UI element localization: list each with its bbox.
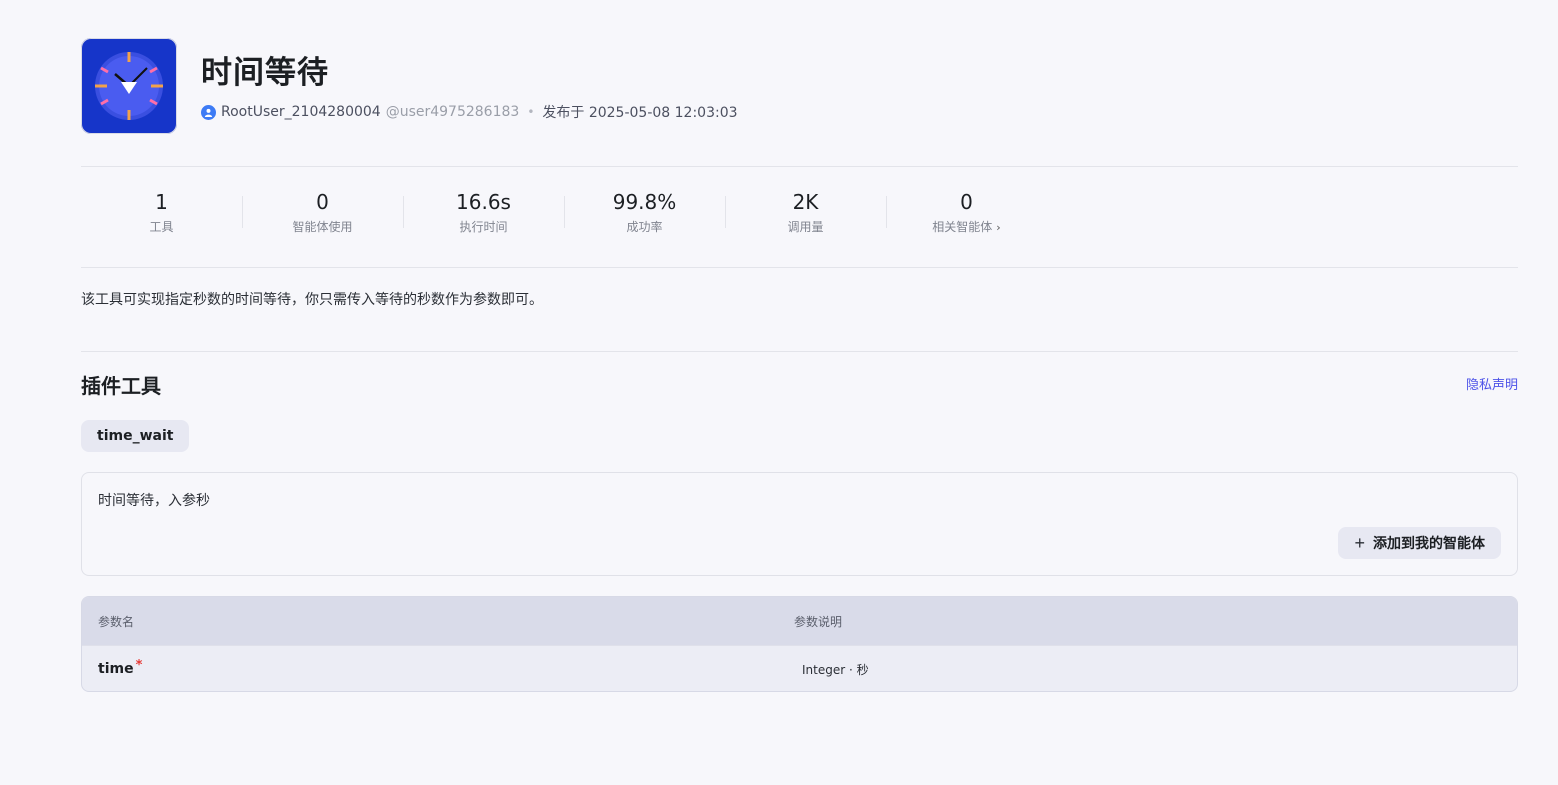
author-name[interactable]: RootUser_2104280004 <box>221 104 381 120</box>
meta-separator: • <box>527 105 535 119</box>
stat-label-wrapper: 相关智能体 › <box>886 218 1047 237</box>
divider <box>81 351 1518 352</box>
author-handle: @user4975286183 <box>385 104 520 120</box>
required-mark: * <box>135 658 143 673</box>
add-button-label: 添加到我的智能体 <box>1373 535 1485 551</box>
add-to-agent-button[interactable]: + 添加到我的智能体 <box>1338 527 1501 559</box>
param-desc: Integer · 秒 <box>802 662 869 677</box>
tool-card: 时间等待，入参秒 + 添加到我的智能体 <box>81 472 1518 576</box>
publish-date: 发布于 2025-05-08 12:03:03 <box>542 105 738 121</box>
stat-related-agents[interactable]: 0 相关智能体 › <box>886 188 1047 240</box>
stat-label: 调用量 <box>787 220 824 234</box>
user-avatar-icon <box>201 104 216 120</box>
divider <box>81 166 1518 167</box>
column-header-name: 参数名 <box>98 614 135 629</box>
stat-value: 0 <box>960 190 973 214</box>
stat-call-count: 2K 调用量 <box>725 188 886 240</box>
section-title: 插件工具 <box>81 374 161 398</box>
stat-success-rate: 99.8% 成功率 <box>564 188 725 240</box>
stat-label: 智能体使用 <box>292 220 353 234</box>
stat-label: 工具 <box>149 220 174 234</box>
table-header: 参数名 参数说明 <box>82 597 1517 645</box>
stats-bar: 1 工具 0 智能体使用 16.6s 执行时间 99.8% 成功率 2K 调用量… <box>81 188 1047 240</box>
divider <box>81 267 1518 268</box>
stat-value: 2K <box>792 190 819 214</box>
stat-value: 99.8% <box>612 190 677 214</box>
plugin-description: 该工具可实现指定秒数的时间等待，你只需传入等待的秒数作为参数即可。 <box>81 292 543 308</box>
plugin-header: 时间等待 RootUser_2104280004 @user4975286183… <box>81 38 1518 134</box>
privacy-link[interactable]: 隐私声明 <box>1466 377 1518 395</box>
plugin-meta: RootUser_2104280004 @user4975286183 • 发布… <box>201 102 738 122</box>
plus-icon: + <box>1354 532 1365 553</box>
tool-tab-time-wait[interactable]: time_wait <box>81 420 190 452</box>
column-header-desc: 参数说明 <box>794 614 843 629</box>
param-name-cell: time * <box>82 658 794 677</box>
plugin-title: 时间等待 <box>201 55 329 91</box>
stat-label: 执行时间 <box>459 220 508 234</box>
stat-agent-usage: 0 智能体使用 <box>242 188 403 240</box>
stat-label: 相关智能体 <box>932 220 993 234</box>
stat-value: 16.6s <box>456 190 511 214</box>
params-table: 参数名 参数说明 time * Integer · 秒 <box>81 596 1518 692</box>
param-name: time <box>98 661 134 677</box>
table-row: time * Integer · 秒 <box>82 645 1517 691</box>
stat-value: 0 <box>316 190 329 214</box>
chevron-right-icon: › <box>996 221 1001 234</box>
tool-description: 时间等待，入参秒 <box>98 493 210 509</box>
stat-exec-time: 16.6s 执行时间 <box>403 188 564 240</box>
plugin-detail-page: 时间等待 RootUser_2104280004 @user4975286183… <box>0 0 1558 785</box>
stat-value: 1 <box>155 190 168 214</box>
clock-icon <box>81 38 177 134</box>
stat-tools: 1 工具 <box>81 188 242 240</box>
stat-label: 成功率 <box>626 220 663 234</box>
